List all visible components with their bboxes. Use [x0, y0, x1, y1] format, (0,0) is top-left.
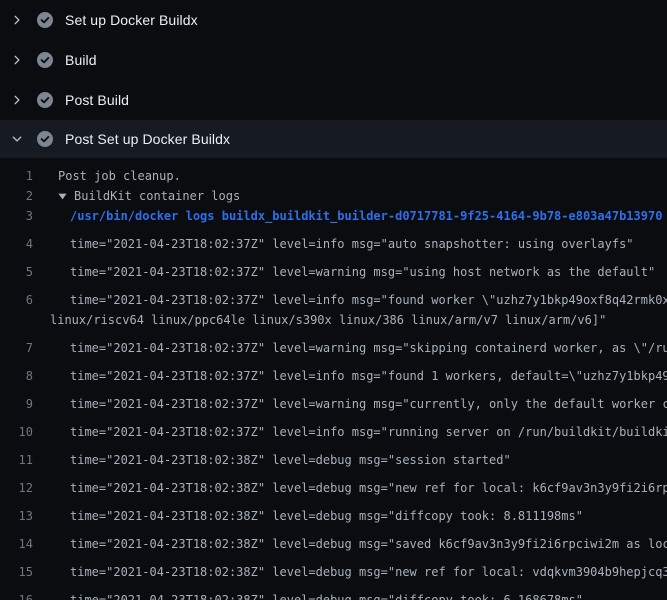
log-line-text: time="2021-04-23T18:02:38Z" level=debug … — [70, 562, 667, 582]
log-row: 7 time="2021-04-23T18:02:37Z" level=warn… — [0, 330, 667, 358]
log-line-number[interactable]: 10 — [0, 422, 33, 442]
log-row: 14 time="2021-04-23T18:02:38Z" level=deb… — [0, 526, 667, 554]
log-line-number[interactable]: 16 — [0, 590, 33, 600]
log-row: 9 time="2021-04-23T18:02:37Z" level=warn… — [0, 386, 667, 414]
log-row: 1 Post job cleanup. — [0, 166, 667, 186]
step-label: Post Set up Docker Buildx — [65, 131, 230, 147]
step-header[interactable]: Post Set up Docker Buildx — [0, 120, 667, 158]
check-circle-icon — [37, 131, 53, 147]
log-line-number[interactable]: 8 — [0, 366, 33, 386]
step-label: Post Build — [65, 92, 129, 108]
log-row: 12 time="2021-04-23T18:02:38Z" level=deb… — [0, 470, 667, 498]
actions-log-viewer: Set up Docker Buildx Build Post Build Po… — [0, 0, 667, 600]
log-line-text: BuildKit container logs — [74, 186, 240, 206]
log-line-text: time="2021-04-23T18:02:38Z" level=debug … — [70, 506, 583, 526]
step-label: Set up Docker Buildx — [65, 12, 198, 28]
chevron-right-icon[interactable] — [0, 94, 34, 106]
step-header[interactable]: Build — [0, 40, 667, 80]
log-line-text: time="2021-04-23T18:02:37Z" level=info m… — [70, 234, 634, 254]
log-line-text: time="2021-04-23T18:02:37Z" level=info m… — [70, 366, 667, 386]
log-line-number[interactable]: 2 — [0, 186, 33, 206]
log-row: 8 time="2021-04-23T18:02:37Z" level=info… — [0, 358, 667, 386]
step-label: Build — [65, 52, 97, 68]
log-line-number[interactable]: 6 — [0, 290, 33, 310]
log-line-text: linux/riscv64 linux/ppc64le linux/s390x … — [50, 310, 606, 330]
log-line-text: /usr/bin/docker logs buildx_buildkit_bui… — [70, 206, 662, 226]
log-line-text: time="2021-04-23T18:02:37Z" level=info m… — [70, 422, 667, 442]
log-line-text: time="2021-04-23T18:02:38Z" level=debug … — [70, 590, 583, 600]
log-line-number[interactable]: 3 — [0, 206, 33, 226]
step-header[interactable]: Post Build — [0, 80, 667, 120]
log-line-text: time="2021-04-23T18:02:38Z" level=debug … — [70, 478, 667, 498]
log-row: 13 time="2021-04-23T18:02:38Z" level=deb… — [0, 498, 667, 526]
triangle-down-icon[interactable] — [58, 192, 67, 201]
log-line-text: time="2021-04-23T18:02:37Z" level=warnin… — [70, 338, 667, 358]
log-panel: 1 Post job cleanup. 2 BuildKit container… — [0, 158, 667, 600]
log-line-text: Post job cleanup. — [58, 166, 181, 186]
log-line-text: time="2021-04-23T18:02:38Z" level=debug … — [70, 534, 667, 554]
chevron-down-icon[interactable] — [0, 133, 34, 145]
log-row: 4 time="2021-04-23T18:02:37Z" level=info… — [0, 226, 667, 254]
check-circle-icon — [37, 12, 53, 28]
log-line-number[interactable]: 1 — [0, 166, 33, 186]
log-row: 5 time="2021-04-23T18:02:37Z" level=warn… — [0, 254, 667, 282]
step-header[interactable]: Set up Docker Buildx — [0, 0, 667, 40]
step-list: Set up Docker Buildx Build Post Build Po… — [0, 0, 667, 158]
log-row: 3 /usr/bin/docker logs buildx_buildkit_b… — [0, 206, 667, 226]
log-row: 10 time="2021-04-23T18:02:37Z" level=inf… — [0, 414, 667, 442]
log-line-number[interactable]: 14 — [0, 534, 33, 554]
log-line-number[interactable]: 12 — [0, 478, 33, 498]
log-row: linux/riscv64 linux/ppc64le linux/s390x … — [0, 310, 667, 330]
log-line-text: time="2021-04-23T18:02:38Z" level=debug … — [70, 450, 511, 470]
log-row: 6 time="2021-04-23T18:02:37Z" level=info… — [0, 282, 667, 310]
log-row: 2 BuildKit container logs — [0, 186, 667, 206]
log-line-number[interactable]: 9 — [0, 394, 33, 414]
log-line-number[interactable]: 11 — [0, 450, 33, 470]
chevron-right-icon[interactable] — [0, 14, 34, 26]
log-row: 15 time="2021-04-23T18:02:38Z" level=deb… — [0, 554, 667, 582]
log-line-number[interactable]: 4 — [0, 234, 33, 254]
log-line-text: time="2021-04-23T18:02:37Z" level=warnin… — [70, 394, 667, 414]
log-line-number[interactable]: 13 — [0, 506, 33, 526]
log-group-header[interactable]: BuildKit container logs — [58, 186, 240, 206]
log-line-text: time="2021-04-23T18:02:37Z" level=info m… — [70, 290, 667, 310]
log-line-number[interactable]: 7 — [0, 338, 33, 358]
log-line-number[interactable]: 15 — [0, 562, 33, 582]
check-circle-icon — [37, 52, 53, 68]
chevron-right-icon[interactable] — [0, 54, 34, 66]
log-row: 16 time="2021-04-23T18:02:38Z" level=deb… — [0, 582, 667, 600]
log-line-number[interactable]: 5 — [0, 262, 33, 282]
log-line-text: time="2021-04-23T18:02:37Z" level=warnin… — [70, 262, 655, 282]
check-circle-icon — [37, 92, 53, 108]
log-row: 11 time="2021-04-23T18:02:38Z" level=deb… — [0, 442, 667, 470]
